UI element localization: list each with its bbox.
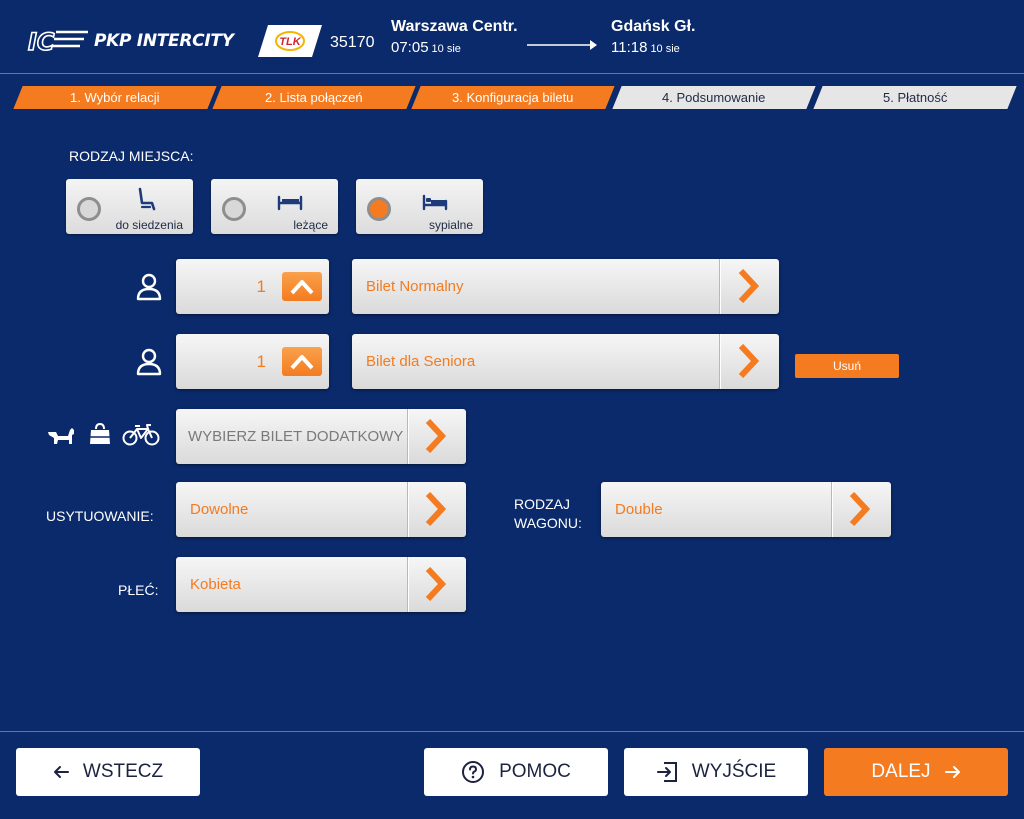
chevron-right-icon <box>425 419 447 453</box>
help-button-label: POMOC <box>499 761 571 782</box>
departure-station: Warszawa Centr. <box>391 18 518 35</box>
brand: IC PKP INTERCITY <box>26 26 234 56</box>
gender-label: PŁEĆ: <box>118 582 159 598</box>
wagon-type-label-line2: WAGONU: <box>514 515 582 531</box>
arrival-time: 11:18 <box>611 39 648 56</box>
wagon-type-value: Double <box>615 501 663 518</box>
field-divider <box>407 409 408 464</box>
svg-text:TLK: TLK <box>279 36 301 48</box>
chevron-right-icon <box>425 492 447 526</box>
arrival-date: 10 sie <box>650 43 680 55</box>
arrival-station: Gdańsk Gł. <box>611 18 696 35</box>
placement-label: USYTUOWANIE: <box>46 508 154 524</box>
wagon-type-select[interactable]: Double <box>601 482 891 537</box>
back-button[interactable]: WSTECZ <box>16 748 200 796</box>
wagon-type-label-line1: RODZAJ <box>514 496 570 512</box>
arrow-left-icon <box>53 766 69 778</box>
passenger-icon <box>136 273 162 301</box>
field-divider <box>407 482 408 537</box>
chevron-right-icon <box>425 567 447 601</box>
field-divider <box>719 334 720 389</box>
seat-option-label: do siedzenia <box>115 218 183 232</box>
step-label: 2. Lista połączeń <box>265 90 363 105</box>
ticket-type-select-1[interactable]: Bilet Normalny <box>352 259 779 314</box>
step-connection-list[interactable]: 2. Lista połączeń <box>212 86 416 109</box>
arrival-time-block: 11:18 10 sie <box>611 39 680 56</box>
gender-value: Kobieta <box>190 576 241 593</box>
step-payment: 5. Płatność <box>813 86 1017 109</box>
chevron-right-icon <box>849 492 871 526</box>
quantity-increase-button[interactable] <box>282 347 322 376</box>
ticket-type-value: Bilet Normalny <box>366 278 464 295</box>
header-divider <box>0 73 1024 74</box>
departure-time: 07:05 <box>391 39 429 56</box>
help-button[interactable]: POMOC <box>424 748 608 796</box>
seat-icon <box>138 187 156 211</box>
exit-button-label: WYJŚCIE <box>691 761 777 782</box>
next-button-label: DALEJ <box>871 761 931 782</box>
placement-select[interactable]: Dowolne <box>176 482 466 537</box>
chevron-up-icon <box>290 355 314 370</box>
step-label: 1. Wybór relacji <box>70 90 160 105</box>
chevron-up-icon <box>290 280 314 295</box>
train-number: 35170 <box>330 34 375 51</box>
departure-time-block: 07:05 10 sie <box>391 39 461 56</box>
tlk-badge: TLK <box>258 25 322 57</box>
passenger-quantity-2: 1 <box>176 334 329 389</box>
help-icon <box>462 761 485 783</box>
intercity-logo-icon: IC <box>27 27 88 55</box>
couchette-icon <box>277 195 303 211</box>
quantity-value: 1 <box>256 351 266 371</box>
step-label: 3. Konfiguracja biletu <box>452 90 574 105</box>
step-label: 5. Płatność <box>882 90 948 105</box>
departure-date: 10 sie <box>431 43 461 55</box>
exit-button[interactable]: WYJŚCIE <box>624 748 808 796</box>
seat-option-label: leżące <box>293 218 328 232</box>
ticket-type-select-2[interactable]: Bilet dla Seniora <box>352 334 779 389</box>
svg-text:IC: IC <box>28 28 55 55</box>
step-ticket-configuration[interactable]: 3. Konfiguracja biletu <box>411 86 615 109</box>
exit-icon <box>656 762 677 782</box>
step-summary: 4. Podsumowanie <box>612 86 816 109</box>
step-label: 4. Podsumowanie <box>662 90 766 105</box>
gender-select[interactable]: Kobieta <box>176 557 466 612</box>
passenger-icon <box>136 348 162 376</box>
back-button-label: WSTECZ <box>82 761 164 782</box>
route-arrow-icon <box>527 40 597 50</box>
field-divider <box>407 557 408 612</box>
wagon-type-label: RODZAJ WAGONU: <box>514 495 582 533</box>
arrow-right-icon <box>944 766 960 778</box>
remove-passenger-button[interactable]: Usuń <box>795 354 899 378</box>
field-divider <box>719 259 720 314</box>
extra-ticket-placeholder: WYBIERZ BILET DODATKOWY <box>188 428 404 445</box>
seat-option-seated[interactable]: do siedzenia <box>66 179 193 234</box>
bicycle-icon <box>122 424 160 446</box>
quantity-value: 1 <box>256 276 266 296</box>
footer-divider <box>0 731 1024 732</box>
quantity-increase-button[interactable] <box>282 272 322 301</box>
placement-value: Dowolne <box>190 501 249 518</box>
passenger-quantity-1: 1 <box>176 259 329 314</box>
seat-type-label: RODZAJ MIEJSCA: <box>69 148 194 164</box>
extra-ticket-select[interactable]: WYBIERZ BILET DODATKOWY <box>176 409 466 464</box>
step-route-selection[interactable]: 1. Wybór relacji <box>13 86 217 109</box>
chevron-right-icon <box>738 269 760 303</box>
seat-option-couchette[interactable]: leżące <box>211 179 338 234</box>
sleeper-icon <box>422 194 448 211</box>
seat-option-sleeper[interactable]: sypialne <box>356 179 483 234</box>
field-divider <box>831 482 832 537</box>
next-button[interactable]: DALEJ <box>824 748 1008 796</box>
luggage-icon <box>90 422 110 444</box>
brand-name: PKP INTERCITY <box>94 31 234 51</box>
dog-icon <box>48 428 74 444</box>
chevron-right-icon <box>738 344 760 378</box>
seat-option-label: sypialne <box>428 218 473 232</box>
ticket-type-value: Bilet dla Seniora <box>366 353 476 370</box>
